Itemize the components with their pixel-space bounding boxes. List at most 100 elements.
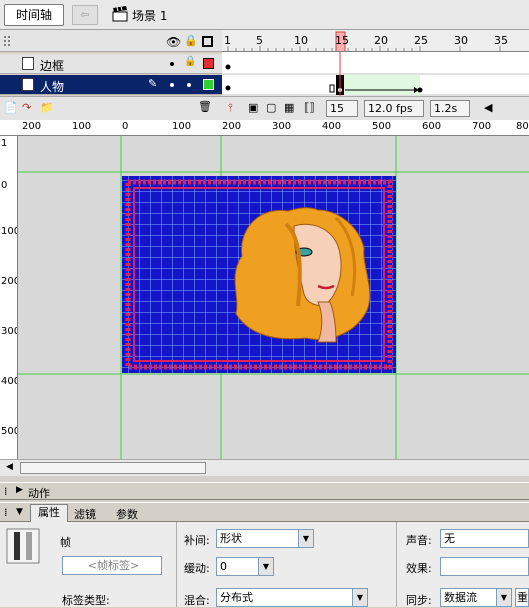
ruler-label: 100 [172, 121, 192, 132]
ruler-label: 0 [1, 180, 8, 191]
scroll-left-icon[interactable]: ◀ [484, 101, 492, 114]
layer-row-border[interactable]: 边框 🔒 [0, 54, 222, 74]
layer-row-character[interactable]: 人物 ✎ [0, 75, 222, 95]
layer-name: 人物 [40, 80, 65, 94]
lock-dot[interactable] [187, 83, 191, 87]
scroll-left-arrow-icon[interactable]: ◀ [6, 462, 13, 472]
vertical-ruler: 1 0 100 200 300 400 500 [0, 136, 18, 459]
clapperboard-icon [112, 6, 128, 22]
layer-name: 边框 [40, 59, 65, 73]
scrollbar-thumb[interactable] [20, 462, 206, 474]
arrow-left-icon: ⇦ [80, 8, 90, 21]
ruler-label: 400 [322, 121, 342, 132]
ruler-label: 500 [1, 426, 17, 437]
tab-properties[interactable]: 属性 [30, 504, 68, 522]
stage-graphic [18, 136, 529, 459]
tween-select[interactable]: 形状 ▼ [216, 529, 314, 548]
drag-handle[interactable]: ⁞ [4, 506, 8, 519]
layer-icon [22, 78, 34, 91]
frame-number: 25 [414, 34, 428, 47]
label-type-label: 标签类型: [62, 594, 110, 607]
add-folder-icon[interactable]: 📁 [40, 101, 54, 114]
sound-label: 声音: [406, 534, 432, 547]
frame-number: 1 [224, 34, 231, 47]
timeline-status-bar: ⫯ ▣ ▢ ▦ ⟦⟧ 15 12.0 fps 1.2s ◀ [222, 96, 529, 120]
visibility-dot[interactable] [170, 83, 174, 87]
chevron-down-icon[interactable]: ▼ [258, 558, 273, 575]
timeline-toggle-button[interactable]: 时间轴 [4, 4, 64, 26]
repeat-select[interactable]: 重 [515, 588, 529, 607]
layer-controls: 📄 ↷ 📁 🗑 [0, 96, 222, 120]
effect-select[interactable] [440, 557, 529, 576]
frame-number: 15 [335, 34, 349, 47]
tab-parameters[interactable]: 参数 [116, 506, 138, 522]
lock-icon[interactable]: 🔒 [184, 56, 196, 67]
back-button[interactable]: ⇦ [72, 5, 98, 25]
frame-icon [6, 528, 40, 564]
outline-icon[interactable] [202, 36, 213, 47]
ruler-label: 1 [1, 138, 8, 149]
onion-outline-icon[interactable]: ▢ [266, 101, 276, 114]
ruler-label: 0 [122, 121, 129, 132]
frame-number: 5 [256, 34, 263, 47]
add-layer-icon[interactable]: 📄 [4, 101, 18, 114]
ruler-label: 200 [1, 276, 17, 287]
ruler-label: 300 [272, 121, 292, 132]
frame-grid[interactable] [222, 52, 529, 96]
ease-value: 0 [220, 560, 227, 573]
visibility-dot[interactable] [170, 62, 174, 66]
sound-select[interactable]: 无 [440, 529, 529, 548]
ease-label: 缓动: [184, 562, 210, 575]
ruler-label: 400 [1, 376, 17, 387]
blend-select[interactable]: 分布式 ▼ [216, 588, 368, 607]
actions-panel-header[interactable]: ⁞ ▶ 动作 [0, 482, 529, 500]
onion-markers-icon[interactable]: ⟦⟧ [304, 101, 315, 114]
tween-label: 补间: [184, 534, 210, 547]
frame-number: 30 [454, 34, 468, 47]
stage-workspace[interactable] [18, 136, 529, 459]
drag-handle[interactable]: ⁞ [4, 485, 8, 498]
horizontal-scrollbar[interactable]: ◀ [0, 459, 529, 476]
blend-label: 混合: [184, 594, 210, 607]
layer-icon [22, 57, 34, 70]
add-guide-icon[interactable]: ↷ [22, 101, 31, 114]
onion-skin-icon[interactable]: ▣ [248, 101, 258, 114]
collapse-arrow-icon[interactable]: ▶ [16, 485, 23, 495]
chevron-down-icon[interactable]: ▼ [352, 589, 367, 606]
pencil-icon: ✎ [148, 77, 158, 90]
ruler-label: 200 [222, 121, 242, 132]
fps-field[interactable]: 12.0 fps [364, 100, 424, 117]
sync-label: 同步: [406, 594, 432, 607]
sync-select[interactable]: 数据流 ▼ [440, 588, 512, 607]
outline-color-swatch[interactable] [203, 79, 214, 90]
actions-panel-title: 动作 [28, 487, 50, 500]
ease-input[interactable]: 0 ▼ [216, 557, 274, 576]
trash-icon[interactable]: 🗑 [198, 100, 212, 113]
eye-icon[interactable]: 👁 [166, 35, 181, 49]
current-frame-field[interactable]: 15 [326, 100, 358, 117]
ruler-label: 200 [22, 121, 42, 132]
lock-icon[interactable]: 🔒 [184, 34, 198, 47]
tween-value: 形状 [220, 532, 242, 545]
drag-handle[interactable] [4, 36, 10, 46]
edit-multiple-icon[interactable]: ▦ [284, 101, 294, 114]
outline-color-swatch[interactable] [203, 58, 214, 69]
frame-grid-graphic [222, 52, 529, 96]
ruler-label: 500 [372, 121, 392, 132]
frame-name-input[interactable]: <帧标签> [62, 556, 162, 575]
expand-arrow-icon[interactable]: ▼ [16, 507, 23, 517]
time-field[interactable]: 1.2s [430, 100, 470, 117]
ruler-label: 700 [472, 121, 492, 132]
effect-label: 效果: [406, 562, 432, 575]
sync-value: 数据流 [444, 591, 477, 604]
frame-ruler[interactable]: 1 5 10 15 20 25 30 35 [222, 30, 529, 52]
center-frame-icon[interactable]: ⫯ [228, 101, 233, 115]
ruler-label: 800 [516, 121, 529, 132]
divider [176, 522, 177, 607]
ruler-label: 100 [1, 226, 17, 237]
tab-filters[interactable]: 滤镜 [74, 506, 96, 522]
chevron-down-icon[interactable]: ▼ [298, 530, 313, 547]
frame-number: 20 [374, 34, 388, 47]
horizontal-ruler: 200 100 0 100 200 300 400 500 600 700 80… [0, 120, 529, 136]
chevron-down-icon[interactable]: ▼ [496, 589, 511, 606]
